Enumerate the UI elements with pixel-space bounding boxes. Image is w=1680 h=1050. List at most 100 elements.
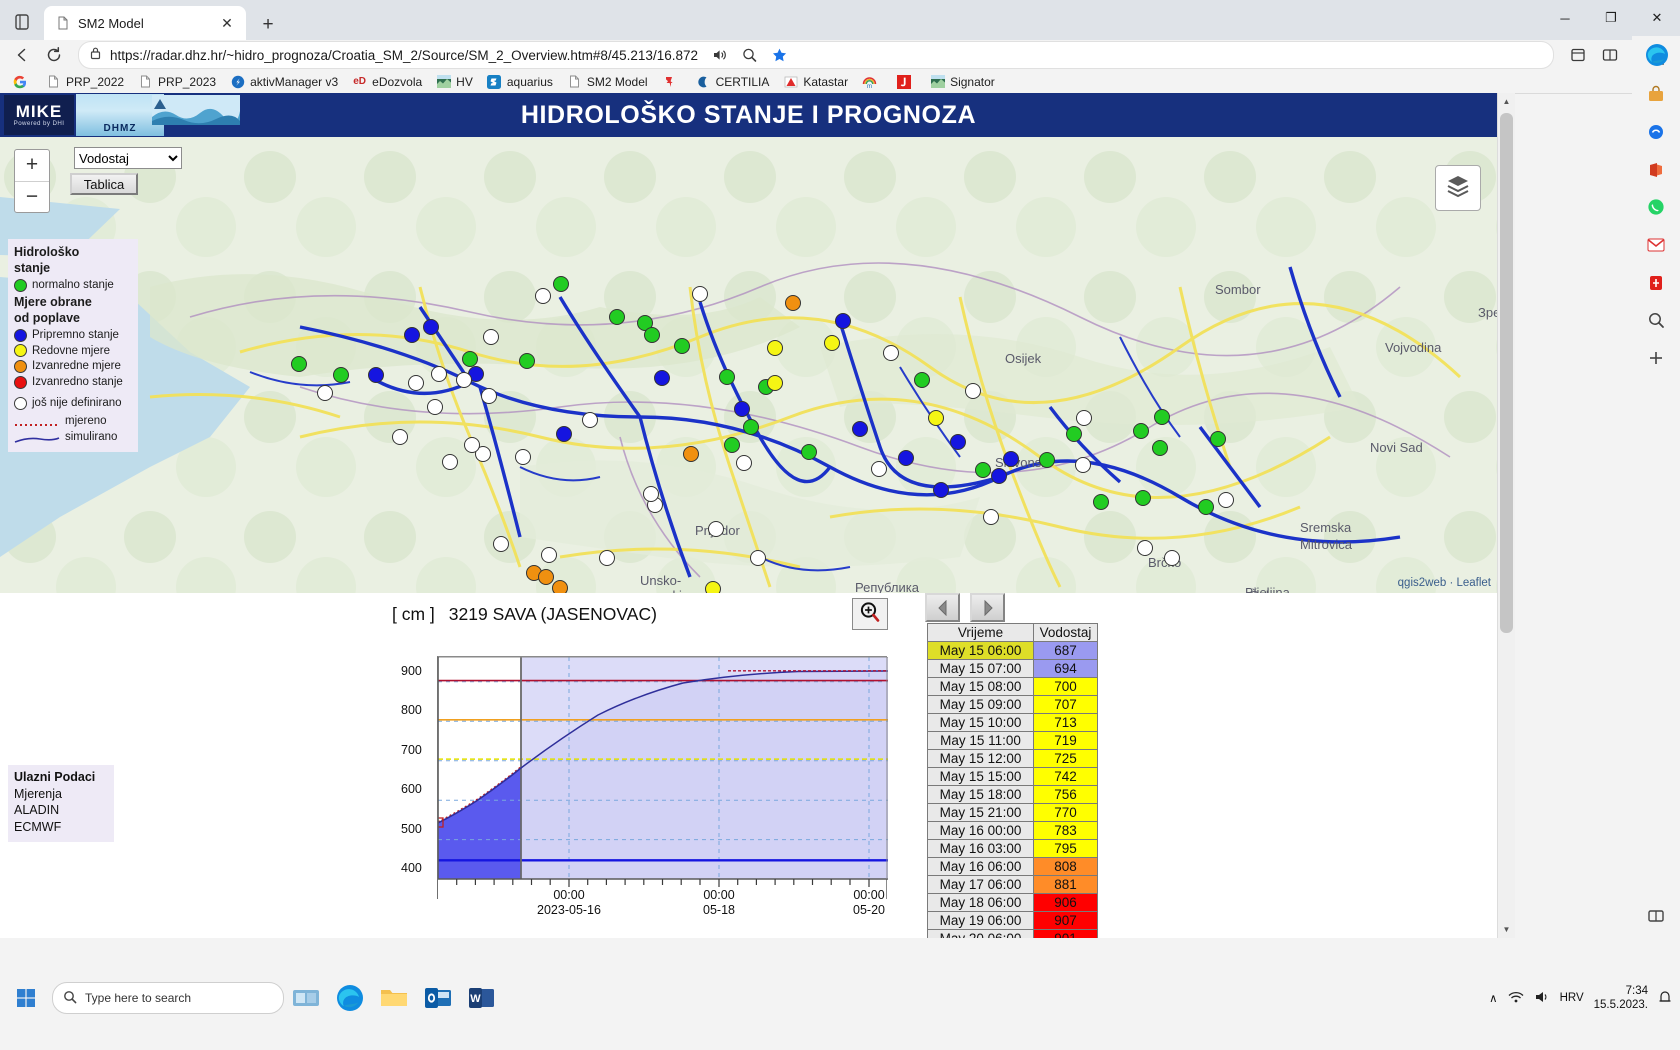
- parameter-select[interactable]: VodostajProtok: [74, 147, 182, 169]
- table-row[interactable]: May 15 06:00 687: [927, 641, 1098, 660]
- collections-icon[interactable]: [1564, 42, 1592, 68]
- bookmark-sm2-model[interactable]: SM2 Model: [561, 72, 654, 91]
- bookmark-red-pin[interactable]: [656, 72, 688, 91]
- favorite-star-icon[interactable]: [766, 42, 794, 68]
- reload-icon[interactable]: [40, 42, 68, 68]
- split-screen-icon[interactable]: [1641, 905, 1671, 927]
- table-row[interactable]: May 17 06:00 881: [927, 875, 1098, 894]
- bookmark-certilia[interactable]: CERTILIA: [690, 72, 776, 91]
- whatsapp-icon[interactable]: [1641, 197, 1671, 219]
- next-station-button[interactable]: [970, 593, 1005, 622]
- cell-time: May 15 06:00: [927, 641, 1034, 660]
- hydrograph-plot[interactable]: 400 500 600 700 800 900 00:00 2023-05-16…: [401, 656, 888, 917]
- map-canvas[interactable]: Trieste Rijeka Prijedor Osijek Sombor No…: [0, 137, 1497, 593]
- table-row[interactable]: May 15 10:00 713: [927, 713, 1098, 732]
- bookmark-google[interactable]: [6, 72, 38, 91]
- table-row[interactable]: May 16 03:00 795: [927, 839, 1098, 858]
- bookmark-m-rainbow[interactable]: m: [856, 72, 888, 91]
- table-row[interactable]: May 15 18:00 756: [927, 785, 1098, 804]
- shopping-icon[interactable]: [1641, 84, 1671, 106]
- browser-tab[interactable]: SM2 Model ✕: [44, 6, 246, 40]
- scroll-down-arrow-icon[interactable]: ▼: [1498, 921, 1515, 938]
- taskbar-search[interactable]: Type here to search: [52, 982, 284, 1014]
- file-explorer-icon[interactable]: [374, 978, 414, 1018]
- tab-search-button[interactable]: [0, 4, 44, 40]
- volume-icon[interactable]: [1534, 990, 1550, 1007]
- bookmark-prp-2022[interactable]: PRP_2022: [40, 72, 130, 91]
- green-dot-icon: [14, 278, 27, 292]
- map-attribution[interactable]: qgis2web · Leaflet: [1398, 577, 1491, 589]
- back-icon[interactable]: [8, 42, 36, 68]
- cell-value: 707: [1033, 695, 1098, 714]
- browser-essentials-icon[interactable]: [1596, 42, 1624, 68]
- bookmark-hv[interactable]: HV: [430, 72, 479, 91]
- red-dot-icon: [14, 375, 27, 389]
- address-bar[interactable]: https://radar.dhz.hr/~hidro_prognoza/Cro…: [78, 41, 1554, 69]
- scrollbar-thumb[interactable]: [1500, 113, 1513, 633]
- table-row[interactable]: May 15 15:00 742: [927, 767, 1098, 786]
- table-row[interactable]: May 20 06:00901: [927, 929, 1098, 938]
- table-row[interactable]: May 16 06:00 808: [927, 857, 1098, 876]
- notifications-icon[interactable]: [1658, 990, 1672, 1007]
- layers-control[interactable]: [1435, 165, 1481, 211]
- chart-zoom-button[interactable]: [852, 598, 888, 630]
- clock[interactable]: 7:34 15.5.2023.: [1594, 984, 1648, 1013]
- copilot-icon[interactable]: [1641, 121, 1671, 143]
- bookmark-katastar[interactable]: Katastar: [777, 72, 854, 91]
- bookmark-signator[interactable]: Signator: [924, 72, 1001, 91]
- table-row[interactable]: May 15 11:00 719: [927, 731, 1098, 750]
- word-icon[interactable]: W: [462, 978, 502, 1018]
- maximize-button[interactable]: ❐: [1588, 0, 1634, 36]
- close-tab-icon[interactable]: ✕: [218, 14, 236, 32]
- bookmark-label: Signator: [950, 74, 995, 89]
- table-row[interactable]: May 15 12:00 725: [927, 749, 1098, 768]
- tablica-button[interactable]: Tablica: [70, 173, 138, 195]
- network-icon[interactable]: [1508, 990, 1524, 1007]
- page-scrollbar[interactable]: ▲ ▼: [1497, 93, 1515, 938]
- bookmark-jutarnji[interactable]: [890, 72, 922, 91]
- minimize-button[interactable]: ─: [1542, 0, 1588, 36]
- table-row[interactable]: May 16 00:00 783: [927, 821, 1098, 840]
- edge-logo-icon[interactable]: [1640, 38, 1674, 72]
- aquarius-icon: [487, 74, 502, 89]
- bookmark-edozvola[interactable]: eD eDozvola: [346, 72, 428, 91]
- bookmark-prp-2023[interactable]: PRP_2023: [132, 72, 222, 91]
- gmail-icon[interactable]: [1641, 234, 1671, 256]
- edge-icon[interactable]: [330, 978, 370, 1018]
- table-row[interactable]: May 15 08:00 700: [927, 677, 1098, 696]
- table-row[interactable]: May 19 06:00 907: [927, 911, 1098, 930]
- previous-station-button[interactable]: [925, 593, 960, 622]
- language-indicator[interactable]: HRV: [1560, 992, 1584, 1004]
- google-icon: [12, 74, 27, 89]
- tool-icon[interactable]: [1641, 272, 1671, 294]
- parameter-select-wrapper[interactable]: VodostajProtok: [74, 147, 182, 169]
- table-row[interactable]: May 15 07:00 694: [927, 659, 1098, 678]
- close-window-button[interactable]: ✕: [1634, 0, 1680, 36]
- start-button[interactable]: [0, 976, 52, 1020]
- zoom-icon[interactable]: [736, 42, 764, 68]
- magnify-sidebar-icon[interactable]: [1641, 309, 1671, 331]
- cell-time: May 16 00:00: [927, 821, 1034, 840]
- add-sidebar-icon[interactable]: [1641, 347, 1671, 369]
- hydrology-map[interactable]: Trieste Rijeka Prijedor Osijek Sombor No…: [0, 137, 1497, 593]
- windows-start-icon: [17, 989, 35, 1007]
- dotted-red-line-icon: [14, 418, 60, 427]
- table-row[interactable]: May 15 09:00 707: [927, 695, 1098, 714]
- zoom-in-button[interactable]: +: [15, 150, 49, 181]
- bookmark-aktivmanager[interactable]: aktivManager v3: [224, 72, 344, 91]
- layers-icon: [1444, 172, 1472, 205]
- bookmark-aquarius[interactable]: aquarius: [481, 72, 559, 91]
- office-icon[interactable]: [1641, 159, 1671, 181]
- table-row[interactable]: May 15 21:00 770: [927, 803, 1098, 822]
- map-zoom-control[interactable]: + −: [14, 149, 50, 213]
- scroll-up-arrow-icon[interactable]: ▲: [1498, 93, 1515, 110]
- task-view-icon[interactable]: [286, 978, 326, 1018]
- table-row[interactable]: May 18 06:00 906: [927, 893, 1098, 912]
- outlook-icon[interactable]: [418, 978, 458, 1018]
- read-aloud-icon[interactable]: [706, 42, 734, 68]
- bookmark-label: SM2 Model: [586, 74, 648, 89]
- new-tab-button[interactable]: +: [252, 10, 284, 40]
- svg-text:Vojvodina: Vojvodina: [1385, 340, 1442, 355]
- tray-chevron-icon[interactable]: ∧: [1489, 991, 1497, 1005]
- zoom-out-button[interactable]: −: [15, 182, 49, 213]
